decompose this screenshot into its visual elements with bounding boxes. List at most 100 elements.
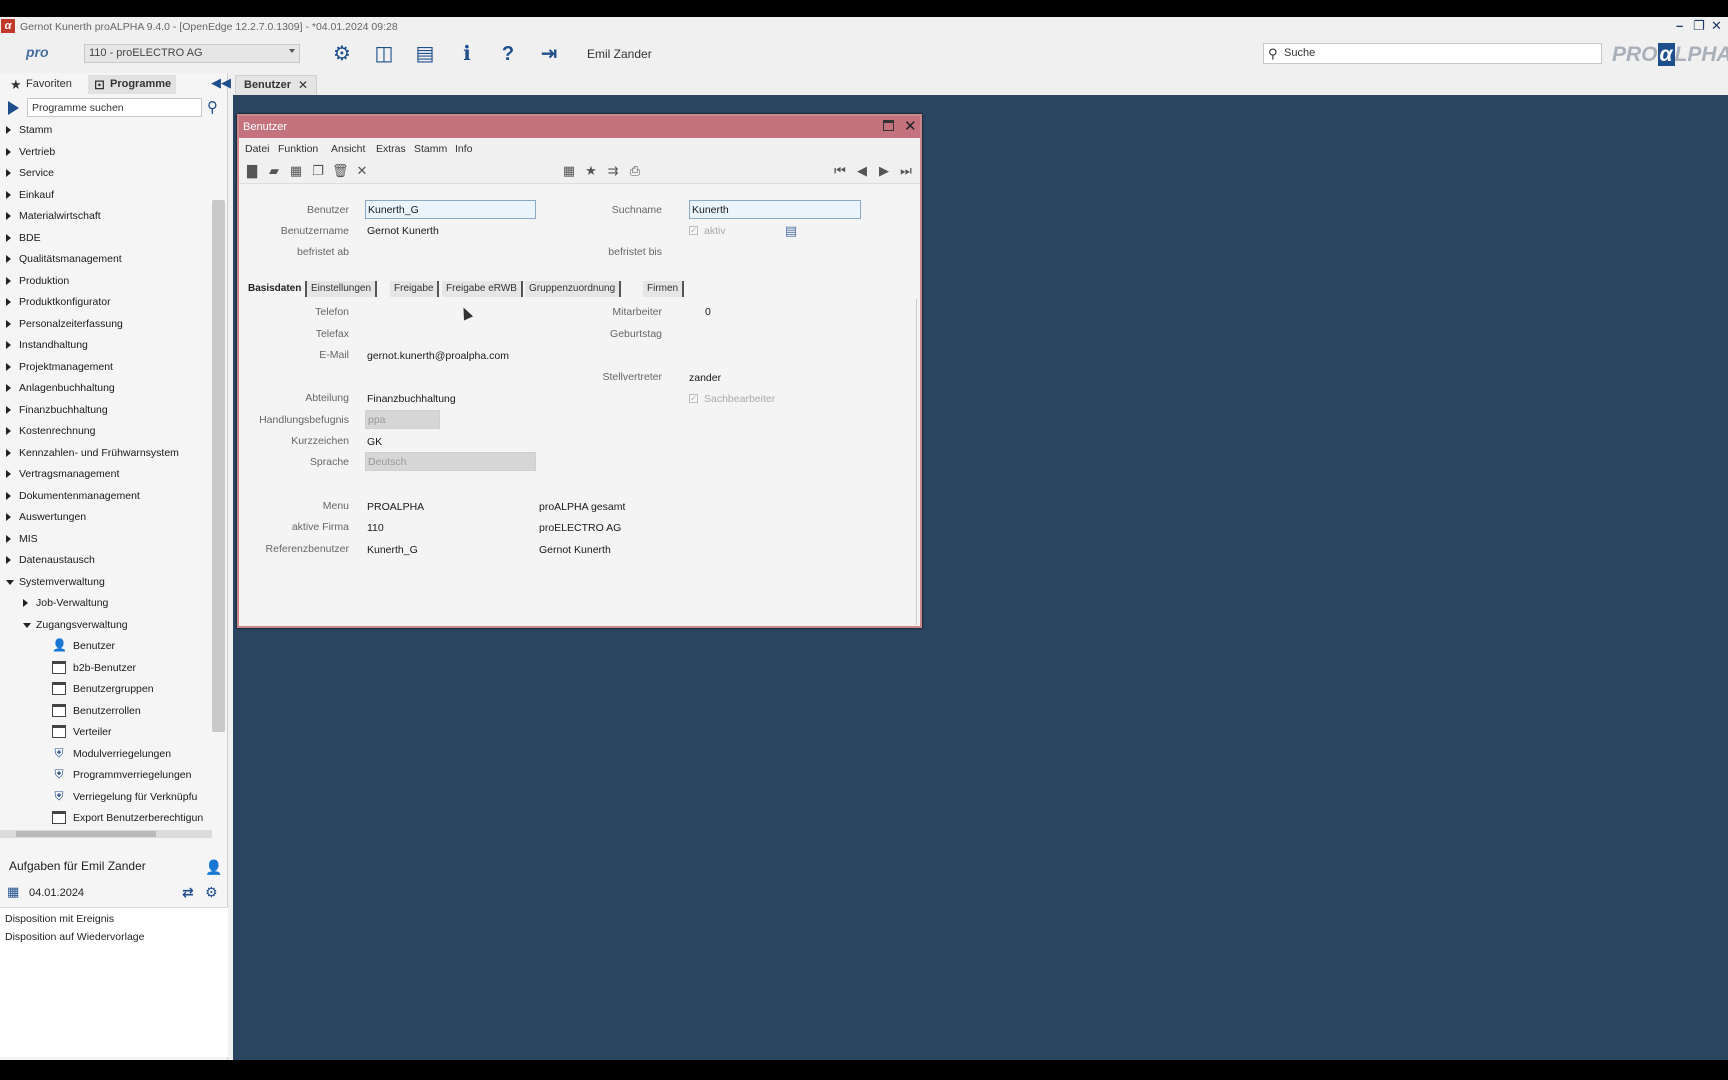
tree-item[interactable]: Projektmanagement: [0, 359, 212, 378]
tab-einstellungen[interactable]: Einstellungen: [307, 281, 378, 297]
tree-item[interactable]: Verteiler: [0, 724, 212, 743]
tree-item[interactable]: ⛨ Programmverriegelungen: [0, 767, 212, 786]
refresh-icon[interactable]: ⇄: [182, 884, 194, 901]
tree-item[interactable]: Auswertungen: [0, 509, 212, 528]
menu-ansicht[interactable]: Ansicht: [331, 143, 365, 155]
tree-item[interactable]: Service: [0, 165, 212, 184]
chevron-right-icon[interactable]: [6, 212, 11, 220]
panel-icon[interactable]: ◫: [372, 42, 396, 66]
list-item[interactable]: Disposition mit Ereignis: [5, 913, 114, 925]
tree-item[interactable]: Kostenrechnung: [0, 423, 212, 442]
tree-item[interactable]: Anlagenbuchhaltung: [0, 380, 212, 399]
tree-item[interactable]: Dokumentenmanagement: [0, 488, 212, 507]
close-icon[interactable]: ✕: [904, 117, 917, 135]
tree-item[interactable]: Materialwirtschaft: [0, 208, 212, 227]
tree-item[interactable]: Stamm: [0, 122, 212, 141]
info-icon[interactable]: ℹ: [455, 42, 479, 66]
open-folder-icon[interactable]: ▰: [266, 163, 282, 179]
doc-tab-benutzer[interactable]: Benutzer ✕: [235, 75, 317, 95]
tab-freigabe[interactable]: Freigabe: [390, 281, 440, 297]
tree-item[interactable]: Systemverwaltung: [0, 574, 212, 593]
benutzer-field[interactable]: Kunerth_G: [365, 200, 536, 219]
company-select[interactable]: 110 - proELECTRO AG: [84, 44, 300, 63]
collapse-sidebar-icon[interactable]: ◀◀: [211, 75, 231, 91]
search-icon[interactable]: ⚲: [207, 98, 218, 116]
tab-programme[interactable]: ⊡ Programme: [88, 75, 177, 94]
tab-freigabe-erwb[interactable]: Freigabe eRWB: [442, 281, 523, 297]
close-icon[interactable]: ✕: [1711, 18, 1722, 34]
minimize-icon[interactable]: –: [1676, 18, 1683, 33]
exit-icon[interactable]: ⇥: [537, 42, 561, 66]
delete-icon[interactable]: 🗑: [332, 163, 349, 179]
tree-item[interactable]: Export Benutzerberechtigun: [0, 810, 212, 829]
tree-item[interactable]: Einkauf: [0, 187, 212, 206]
chevron-right-icon[interactable]: [6, 384, 11, 392]
tree-item[interactable]: BDE: [0, 230, 212, 249]
chevron-right-icon[interactable]: [6, 126, 11, 134]
help-icon[interactable]: ?: [496, 42, 520, 66]
chevron-right-icon[interactable]: [6, 491, 11, 500]
chevron-right-icon[interactable]: [23, 599, 28, 607]
chevron-right-icon[interactable]: [6, 534, 11, 543]
copy-icon[interactable]: ❐: [310, 163, 326, 179]
chevron-right-icon[interactable]: [6, 362, 11, 371]
chevron-right-icon[interactable]: [6, 255, 11, 263]
tree-item[interactable]: MIS: [0, 531, 212, 550]
chevron-down-icon[interactable]: [6, 579, 14, 585]
tree-item[interactable]: ⛨ Verriegelung für Verknüpfu: [0, 789, 212, 808]
tree-item[interactable]: Benutzergruppen: [0, 681, 212, 700]
maximize-icon[interactable]: [883, 120, 894, 131]
tab-favoriten[interactable]: ★ Favoriten: [4, 75, 77, 94]
tree-item[interactable]: Produktion: [0, 273, 212, 292]
tree-item[interactable]: Finanzbuchhaltung: [0, 402, 212, 421]
link-icon[interactable]: ⇉: [605, 163, 621, 179]
tree-item[interactable]: Qualitätsmanagement: [0, 251, 212, 270]
tree-item[interactable]: Kennzahlen- und Frühwarnsystem: [0, 445, 212, 464]
chevron-right-icon[interactable]: [6, 169, 11, 177]
chevron-right-icon[interactable]: [6, 513, 11, 521]
next-record-icon[interactable]: ▶: [876, 163, 892, 179]
tree-item[interactable]: Benutzerrollen: [0, 703, 212, 722]
tree-item[interactable]: Produktkonfigurator: [0, 294, 212, 313]
tree-item[interactable]: 👤 Benutzer: [0, 638, 212, 657]
chevron-down-icon[interactable]: [23, 622, 31, 628]
print-icon[interactable]: ⎙: [627, 163, 643, 179]
chevron-right-icon[interactable]: [6, 556, 11, 564]
sprache-field[interactable]: Deutsch: [365, 452, 536, 471]
menu-info[interactable]: Info: [455, 143, 473, 155]
tree-vertical-scrollbar[interactable]: [212, 200, 225, 732]
tab-gruppenzuordnung[interactable]: Gruppenzuordnung: [525, 281, 622, 297]
tree-item[interactable]: b2b-Benutzer: [0, 660, 212, 679]
chevron-right-icon[interactable]: [6, 190, 11, 199]
tree-item[interactable]: Instandhaltung: [0, 337, 212, 356]
restore-icon[interactable]: ❐: [1693, 18, 1705, 34]
run-icon[interactable]: [8, 101, 19, 115]
tree-item[interactable]: Personalzeiterfassung: [0, 316, 212, 335]
tab-firmen[interactable]: Firmen: [643, 281, 685, 297]
tree-item[interactable]: Vertragsmanagement: [0, 466, 212, 485]
handlungsbefugnis-field[interactable]: ppa: [365, 410, 440, 429]
close-icon[interactable]: ✕: [298, 78, 308, 92]
user-icon[interactable]: 👤: [205, 859, 222, 876]
menu-extras[interactable]: Extras: [376, 143, 406, 155]
suchname-field[interactable]: Kunerth: [689, 200, 861, 219]
tree-horizontal-scrollbar[interactable]: [0, 830, 212, 838]
menu-funktion[interactable]: Funktion: [278, 143, 318, 155]
chevron-right-icon[interactable]: [6, 233, 11, 242]
list-item[interactable]: Disposition auf Wiedervorlage: [5, 931, 144, 943]
tree-item[interactable]: Zugangsverwaltung: [0, 617, 212, 636]
last-record-icon[interactable]: ⏭: [898, 163, 914, 179]
chevron-right-icon[interactable]: [6, 319, 11, 328]
chevron-right-icon[interactable]: [6, 147, 11, 156]
gear-icon[interactable]: ⚙: [330, 42, 354, 66]
new-icon[interactable]: ▇: [244, 163, 260, 179]
save-icon[interactable]: ▦: [288, 163, 304, 179]
first-record-icon[interactable]: ⏮: [832, 163, 848, 179]
chevron-right-icon[interactable]: [6, 298, 11, 306]
gear-icon[interactable]: ⚙: [205, 884, 218, 901]
chevron-right-icon[interactable]: [6, 448, 11, 457]
menu-datei[interactable]: Datei: [245, 143, 270, 155]
window-icon[interactable]: ▤: [413, 42, 437, 66]
chevron-right-icon[interactable]: [6, 427, 11, 435]
chevron-right-icon[interactable]: [6, 341, 11, 349]
